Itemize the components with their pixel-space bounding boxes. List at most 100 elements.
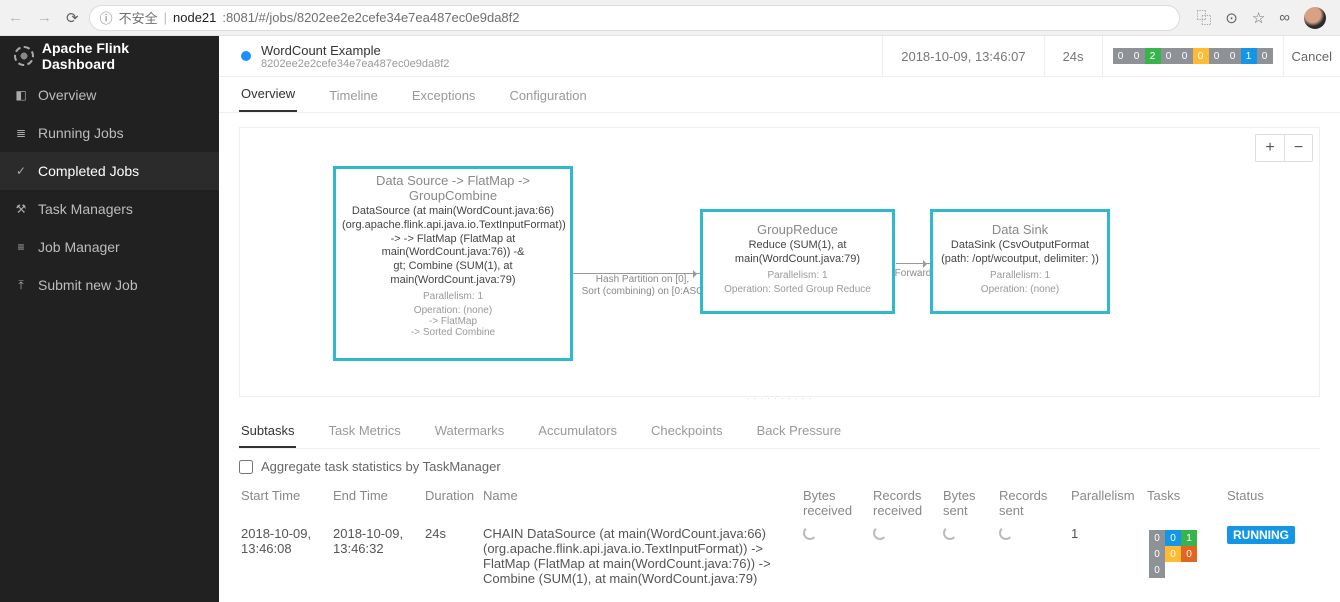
tab-overview[interactable]: Overview <box>239 77 297 112</box>
aggregate-checkbox[interactable] <box>239 460 253 474</box>
edge-label: Hash Partition on [0], Sort (combining) … <box>580 274 705 298</box>
brand[interactable]: Apache Flink Dashboard <box>0 36 219 76</box>
node-parallelism: Parallelism: 1 <box>939 270 1101 281</box>
sitemap-icon: ⚒ <box>14 202 28 216</box>
subtab-watermarks[interactable]: Watermarks <box>433 415 507 448</box>
sidebar-item-submit-job[interactable]: ⤒Submit new Job <box>0 266 219 304</box>
node-title: Data Sink <box>939 222 1101 237</box>
th-recs-sent[interactable]: Records sent <box>997 484 1069 522</box>
graph-edge <box>896 263 930 264</box>
node-operation: Operation: (none) <box>939 284 1101 295</box>
sidebar-item-job-manager[interactable]: ≡Job Manager <box>0 228 219 266</box>
cell-bytes-recv <box>801 522 871 590</box>
upload-icon: ⤒ <box>14 278 28 292</box>
subtab-accumulators[interactable]: Accumulators <box>536 415 619 448</box>
tab-exceptions[interactable]: Exceptions <box>410 79 478 112</box>
job-status-counts: 0 0 2 0 0 0 0 0 1 0 <box>1102 36 1283 76</box>
sidebar-item-running-jobs[interactable]: ≣Running Jobs <box>0 114 219 152</box>
bookmark-icon[interactable]: ☆ <box>1252 9 1265 27</box>
node-operation: Operation: (none) -> FlatMap -> Sorted C… <box>342 305 564 338</box>
table-row[interactable]: 2018-10-09, 13:46:08 2018-10-09, 13:46:3… <box>239 522 1320 590</box>
brand-title: Apache Flink Dashboard <box>42 40 205 72</box>
cell-name: CHAIN DataSource (at main(WordCount.java… <box>481 522 801 590</box>
sidebar: Apache Flink Dashboard ◧Overview ≣Runnin… <box>0 36 219 602</box>
spinner-icon <box>999 526 1013 540</box>
job-start-time: 2018-10-09, 13:46:07 <box>882 36 1043 76</box>
cell-recs-sent <box>997 522 1069 590</box>
cell-bytes-sent <box>941 522 997 590</box>
count-box: 0 <box>1193 48 1209 64</box>
th-recs-recv[interactable]: Records received <box>871 484 941 522</box>
vertex-tabs: Subtasks Task Metrics Watermarks Accumul… <box>239 415 1320 449</box>
subtab-back-pressure[interactable]: Back Pressure <box>755 415 844 448</box>
graph-node-source[interactable]: Data Source -> FlatMap -> GroupCombine D… <box>333 166 573 361</box>
job-header: WordCount Example 8202ee2e2cefe34e7ea487… <box>219 36 1340 77</box>
cell-duration: 24s <box>423 522 481 590</box>
sidebar-item-task-managers[interactable]: ⚒Task Managers <box>0 190 219 228</box>
subtask-table: Start Time End Time Duration Name Bytes … <box>239 484 1320 590</box>
tab-configuration[interactable]: Configuration <box>507 79 588 112</box>
node-body: DataSource (at main(WordCount.java:66) (… <box>342 205 564 288</box>
cancel-button[interactable]: Cancel <box>1283 36 1340 76</box>
count-box: 0 <box>1113 48 1129 64</box>
list-icon: ≣ <box>14 126 28 140</box>
job-tabs: Overview Timeline Exceptions Configurati… <box>219 77 1340 113</box>
th-end[interactable]: End Time <box>331 484 423 522</box>
subtab-task-metrics[interactable]: Task Metrics <box>326 415 402 448</box>
th-tasks[interactable]: Tasks <box>1145 484 1225 522</box>
node-title: GroupReduce <box>709 222 886 237</box>
spinner-icon <box>873 526 887 540</box>
th-start[interactable]: Start Time <box>239 484 331 522</box>
th-duration[interactable]: Duration <box>423 484 481 522</box>
th-name[interactable]: Name <box>481 484 801 522</box>
address-bar[interactable]: ⓘ 不安全 | node21:8081/#/jobs/8202ee2e2cefe… <box>89 5 1181 31</box>
back-icon[interactable]: ← <box>8 9 23 26</box>
graph-node-reduce[interactable]: GroupReduce Reduce (SUM(1), at main(Word… <box>700 209 895 314</box>
node-parallelism: Parallelism: 1 <box>342 291 564 302</box>
cell-tasks: 0 0 1 0 0 0 0 <box>1145 522 1225 590</box>
job-name: WordCount Example <box>261 43 449 58</box>
th-bytes-sent[interactable]: Bytes sent <box>941 484 997 522</box>
node-parallelism: Parallelism: 1 <box>709 270 886 281</box>
profile-avatar[interactable] <box>1304 7 1326 29</box>
cell-recs-recv <box>871 522 941 590</box>
job-status-dot-icon <box>241 51 251 61</box>
cell-parallelism: 1 <box>1069 522 1145 590</box>
count-box: 0 <box>1257 48 1273 64</box>
url-rest: :8081/#/jobs/8202ee2e2cefe34e7ea487ec0e9… <box>222 10 519 25</box>
sidebar-item-overview[interactable]: ◧Overview <box>0 76 219 114</box>
cell-end: 2018-10-09, 13:46:32 <box>331 522 423 590</box>
zoom-icon[interactable]: ⊙ <box>1225 9 1238 27</box>
aggregate-label: Aggregate task statistics by TaskManager <box>261 459 501 474</box>
sidebar-item-completed-jobs[interactable]: ✓Completed Jobs <box>0 152 219 190</box>
th-status[interactable]: Status <box>1225 484 1297 522</box>
spinner-icon <box>803 526 817 540</box>
subtab-subtasks[interactable]: Subtasks <box>239 415 296 448</box>
count-box: 0 <box>1225 48 1241 64</box>
extension-icon[interactable]: ∞ <box>1279 9 1290 26</box>
count-box: 0 <box>1209 48 1225 64</box>
info-icon: ⓘ <box>100 8 113 27</box>
main-content: WordCount Example 8202ee2e2cefe34e7ea487… <box>219 36 1340 602</box>
check-icon: ✓ <box>14 164 28 178</box>
resize-handle-icon[interactable]: · · · · · · · · · · <box>747 394 813 403</box>
browser-chrome: ← → ⟳ ⓘ 不安全 | node21:8081/#/jobs/8202ee2… <box>0 0 1340 36</box>
job-graph[interactable]: + − Data Source -> FlatMap -> GroupCombi… <box>239 127 1320 397</box>
job-id: 8202ee2e2cefe34e7ea487ec0e9da8f2 <box>261 58 449 70</box>
subtab-checkpoints[interactable]: Checkpoints <box>649 415 725 448</box>
reload-icon[interactable]: ⟳ <box>66 9 79 27</box>
count-box: 0 <box>1161 48 1177 64</box>
url-host: node21 <box>173 10 216 25</box>
node-title: Data Source -> FlatMap -> GroupCombine <box>342 173 564 203</box>
th-parallelism[interactable]: Parallelism <box>1069 484 1145 522</box>
zoom-out-button[interactable]: − <box>1284 135 1312 161</box>
count-box: 2 <box>1145 48 1161 64</box>
forward-icon[interactable]: → <box>37 9 52 26</box>
th-bytes-recv[interactable]: Bytes received <box>801 484 871 522</box>
tab-timeline[interactable]: Timeline <box>327 79 380 112</box>
count-box: 1 <box>1241 48 1257 64</box>
spinner-icon <box>943 526 957 540</box>
zoom-in-button[interactable]: + <box>1256 135 1284 161</box>
graph-node-sink[interactable]: Data Sink DataSink (CsvOutputFormat (pat… <box>930 209 1110 314</box>
translate-icon[interactable]: ⿻ <box>1196 7 1211 28</box>
